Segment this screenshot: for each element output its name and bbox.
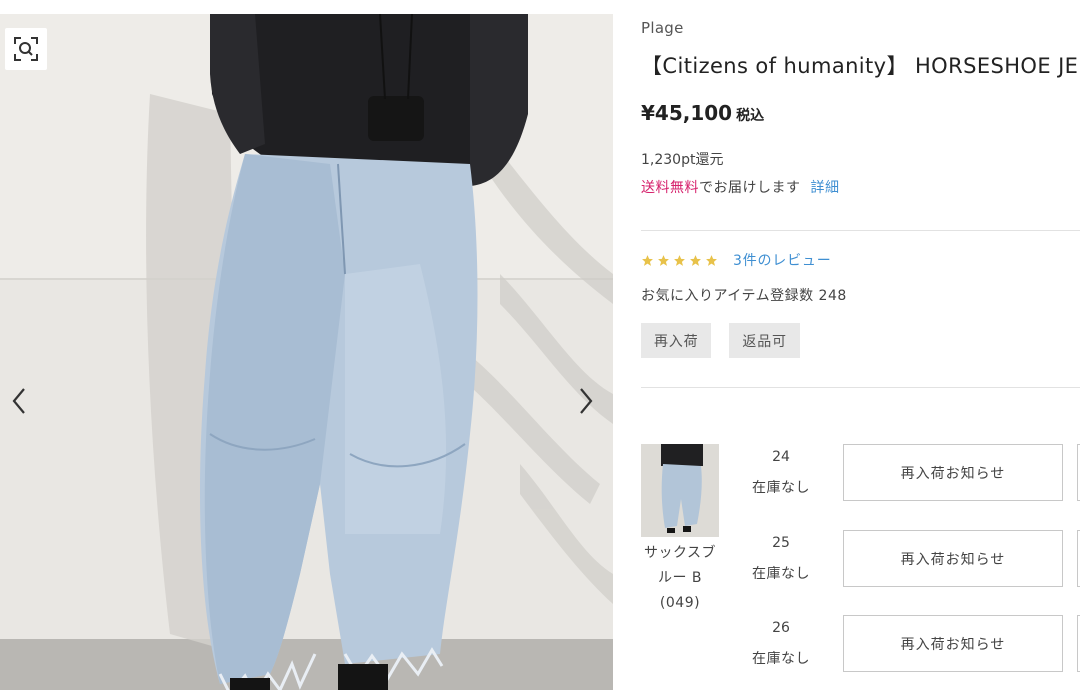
shipping-info: 送料無料でお届けします 詳細 xyxy=(641,177,840,197)
stock-status: 在庫なし xyxy=(752,480,810,496)
restock-tag: 再入荷 xyxy=(641,323,712,358)
chevron-left-icon xyxy=(12,388,25,414)
size-row: 26 在庫なし 再入荷お知らせ xyxy=(641,615,1080,675)
returnable-tag: 返品可 xyxy=(729,323,800,358)
rating-row: 3件のレビュー xyxy=(641,250,832,270)
points-text: 1,230pt還元 xyxy=(641,152,724,168)
size-row: 25 在庫なし 再入荷お知らせ xyxy=(641,530,1080,590)
divider xyxy=(641,230,1080,231)
restock-notify-button[interactable]: 再入荷お知らせ xyxy=(843,530,1063,587)
tax-label: 税込 xyxy=(736,108,765,124)
product-image-gallery xyxy=(0,14,613,690)
product-info: Plage 【Citizens of humanity】 HORSESHOE J… xyxy=(641,0,1080,690)
tag-list: 再入荷 返品可 xyxy=(641,323,800,358)
star-icon xyxy=(674,254,685,266)
rating-stars xyxy=(641,254,718,267)
free-shipping-label: 送料無料 xyxy=(641,180,699,196)
restock-notify-button[interactable]: 再入荷お知らせ xyxy=(843,615,1063,672)
next-image-button[interactable] xyxy=(571,386,601,416)
zoom-search-icon xyxy=(14,37,38,61)
stock-status: 在庫なし xyxy=(752,566,810,582)
restock-notify-button[interactable]: 再入荷お知らせ xyxy=(843,444,1063,501)
review-link[interactable]: 3件のレビュー xyxy=(733,250,832,270)
size-label: 24 xyxy=(772,449,790,465)
star-icon xyxy=(690,254,701,266)
star-icon xyxy=(658,254,669,266)
product-photo xyxy=(0,14,613,690)
size-label: 25 xyxy=(772,535,790,551)
size-row: 24 在庫なし 再入荷お知らせ xyxy=(641,444,1080,504)
star-icon xyxy=(642,254,653,266)
variant-code: (049) xyxy=(659,595,701,611)
size-label: 26 xyxy=(772,620,790,636)
star-icon xyxy=(706,254,717,266)
price-row: ¥45,100 税込 xyxy=(641,101,764,125)
brand-name[interactable]: Plage xyxy=(641,19,684,37)
zoom-button[interactable] xyxy=(5,28,47,70)
divider xyxy=(641,387,1080,388)
price: ¥45,100 xyxy=(641,101,733,125)
shipping-detail-link[interactable]: 詳細 xyxy=(811,180,840,196)
previous-image-button[interactable] xyxy=(4,386,34,416)
stock-status: 在庫なし xyxy=(752,651,810,667)
product-title: 【Citizens of humanity】 HORSESHOE JE xyxy=(641,54,1079,78)
favorite-count: お気に入りアイテム登録数 248 xyxy=(641,288,847,304)
chevron-right-icon xyxy=(580,388,593,414)
shipping-text: でお届けします xyxy=(699,180,801,196)
